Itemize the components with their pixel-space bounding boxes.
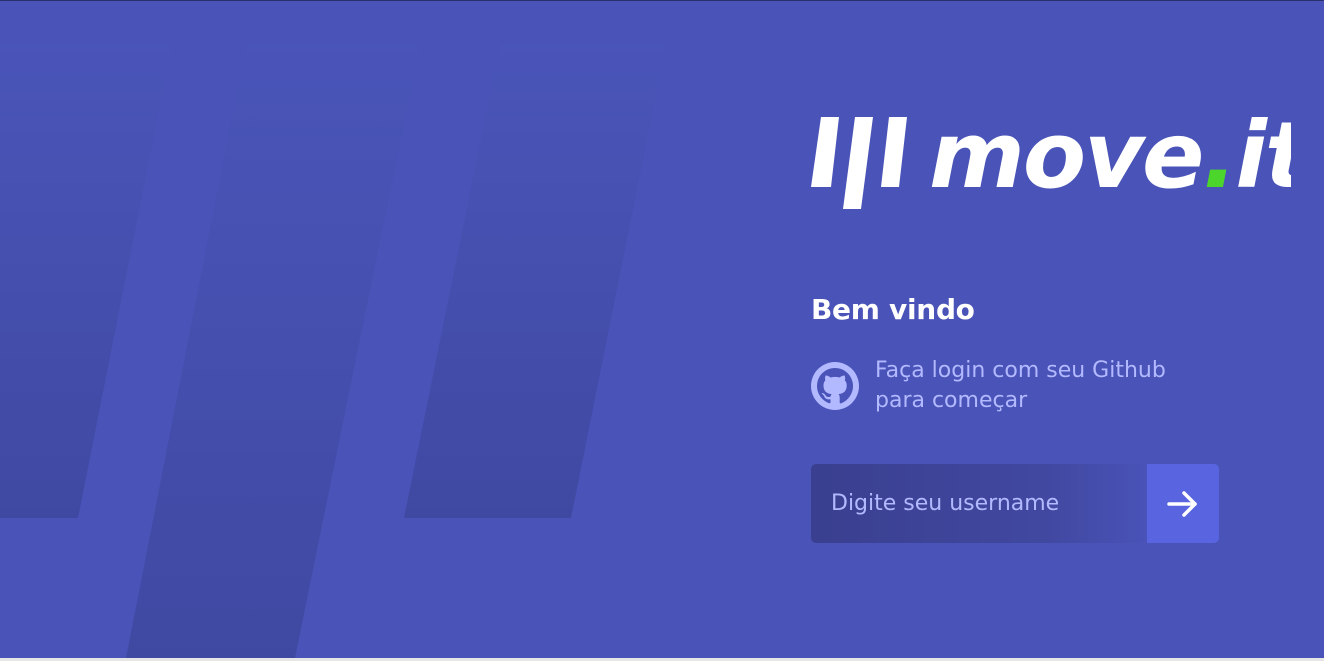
username-form <box>811 464 1219 543</box>
arrow-right-icon <box>1167 490 1197 517</box>
github-icon <box>811 362 859 410</box>
github-login-hint: Faça login com seu Github para começar <box>811 356 1291 416</box>
welcome-heading: Bem vindo <box>811 293 975 326</box>
background-bars-graphic <box>0 45 666 658</box>
submit-button[interactable] <box>1147 464 1219 543</box>
username-input[interactable] <box>811 464 1147 543</box>
logo-wordmark: move.it <box>929 105 1291 209</box>
move-it-logo: move.it <box>811 105 1291 209</box>
github-login-text: Faça login com seu Github para começar <box>875 358 1166 413</box>
login-panel: move.it Bem vindo Faça login com seu Git… <box>811 105 1291 543</box>
